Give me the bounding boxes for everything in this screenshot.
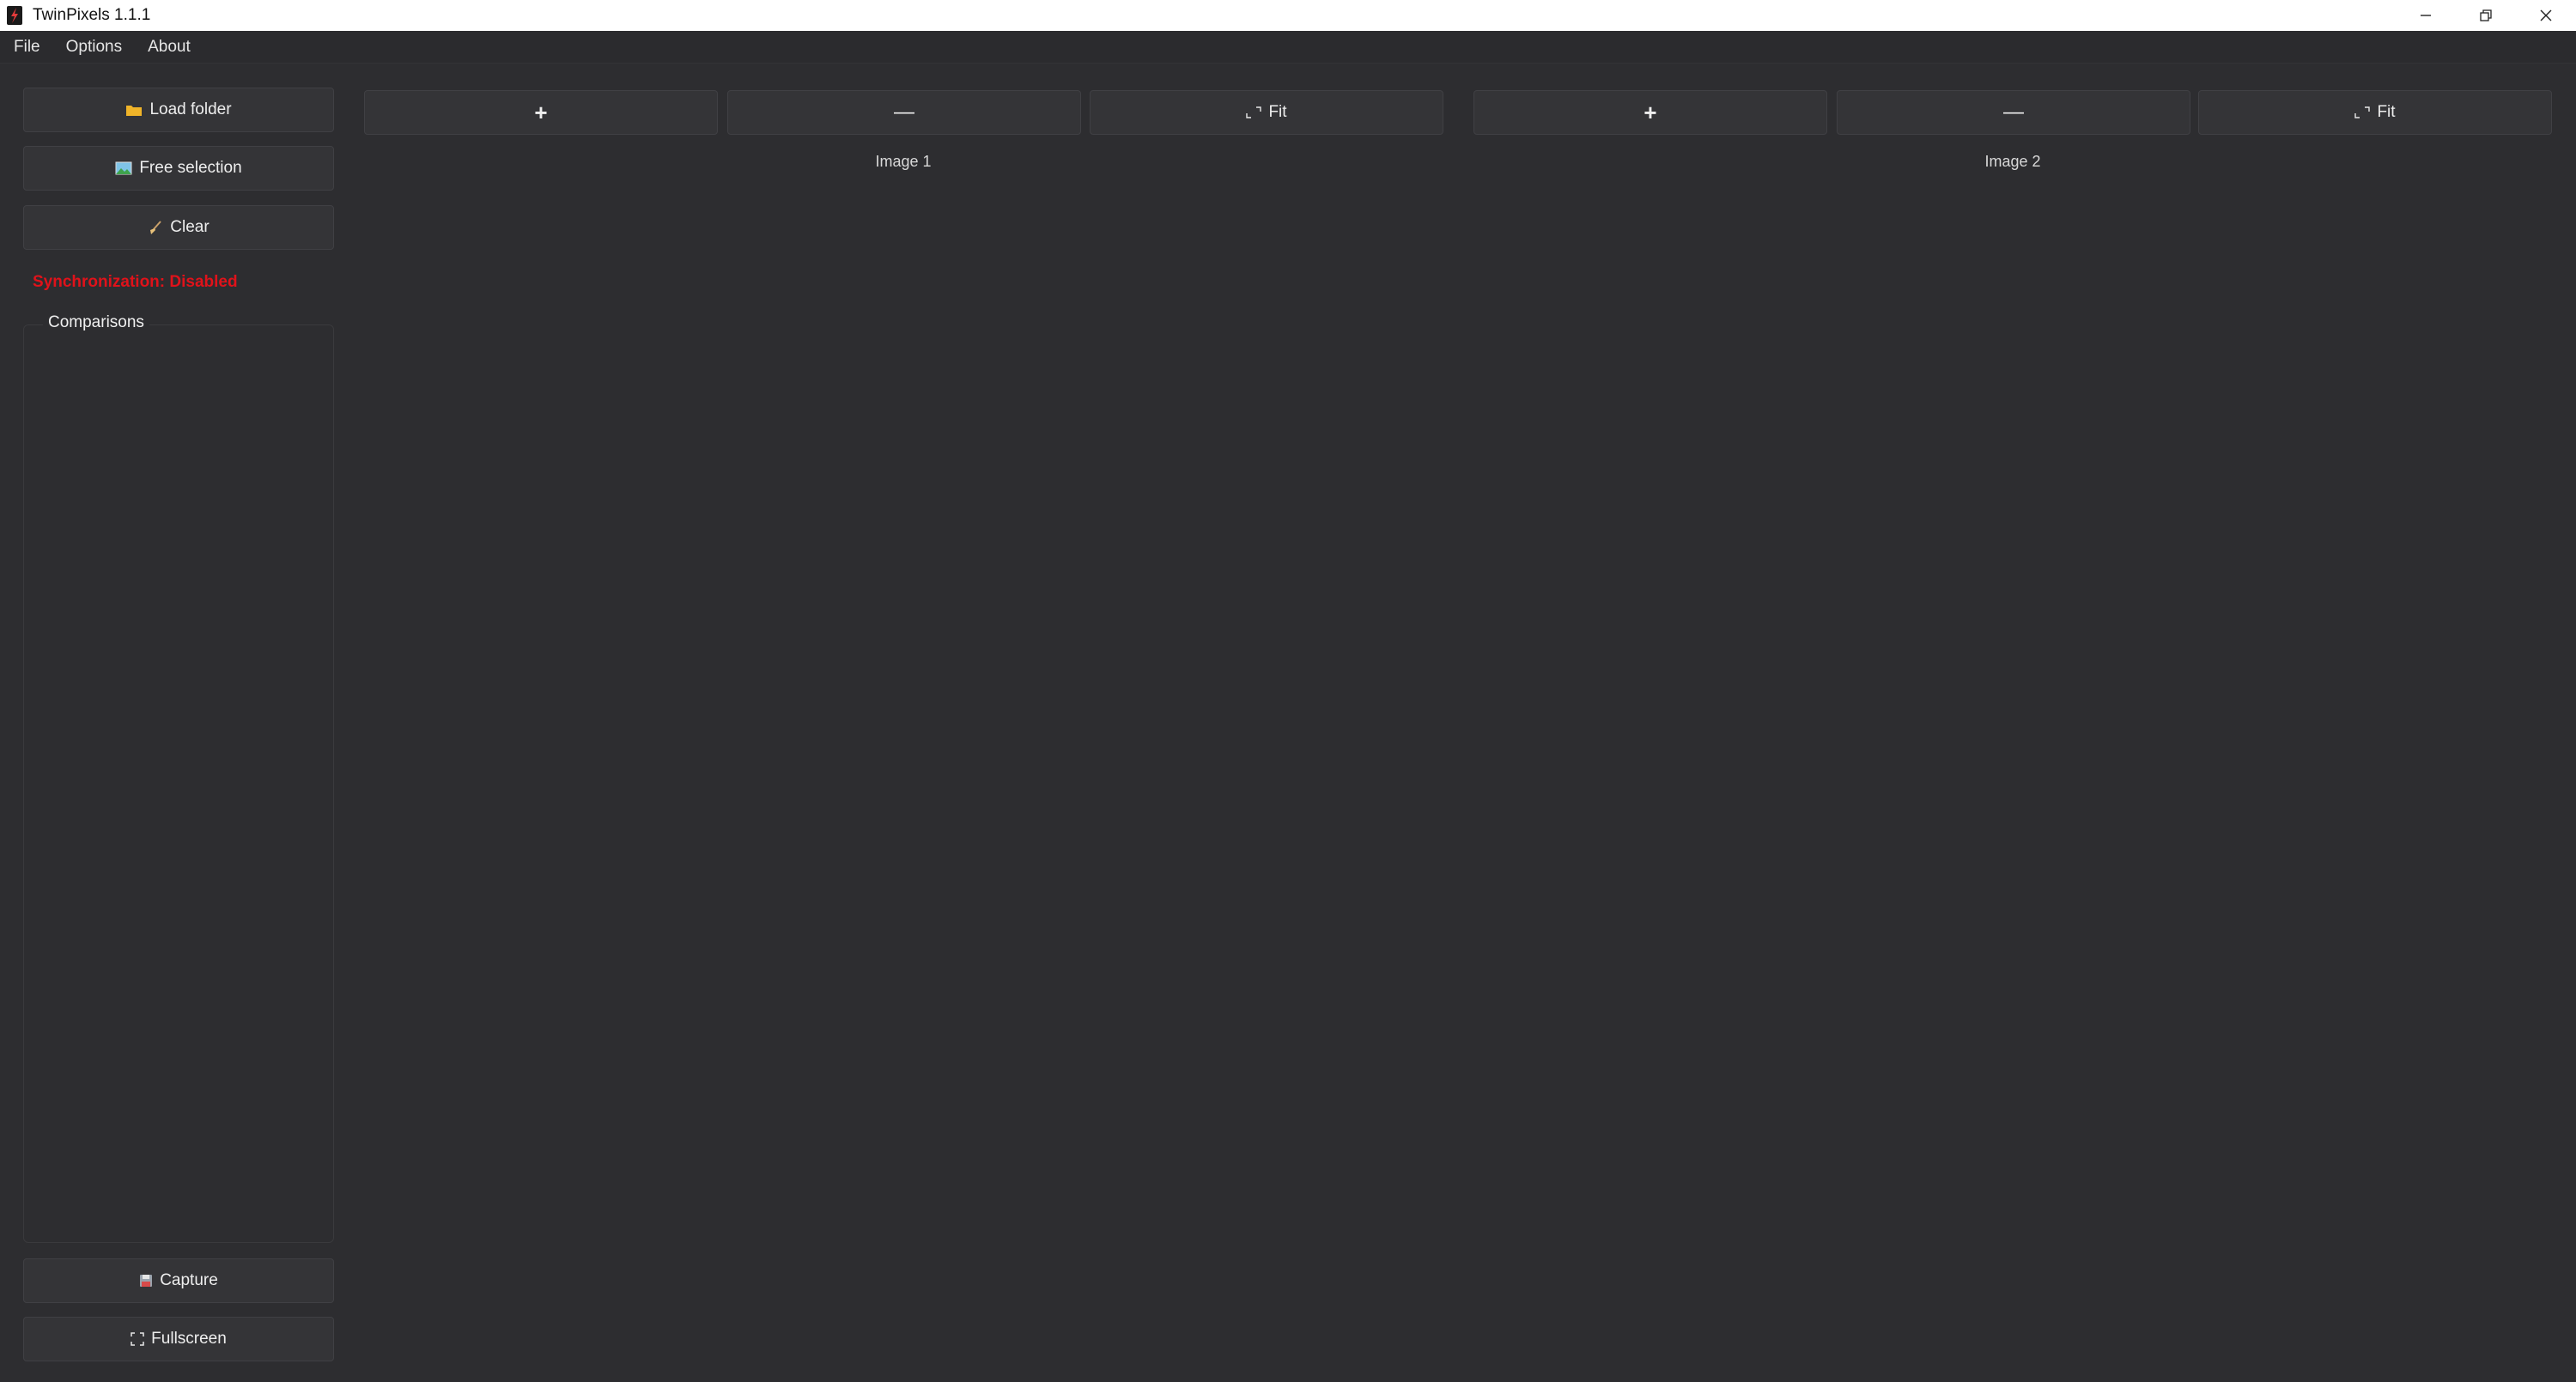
fullscreen-label: Fullscreen <box>151 1330 227 1348</box>
image1-fit-label: Fit <box>1268 103 1287 121</box>
image-icon <box>115 161 132 175</box>
title-bar: TwinPixels 1.1.1 <box>0 0 2576 31</box>
minimize-icon <box>2421 15 2431 16</box>
clear-button[interactable]: Clear <box>23 205 334 250</box>
load-folder-label: Load folder <box>149 100 232 118</box>
window-title: TwinPixels 1.1.1 <box>33 6 151 24</box>
menu-bar: File Options About <box>0 31 2576 64</box>
free-selection-button[interactable]: Free selection <box>23 146 334 191</box>
menu-file[interactable]: File <box>5 34 49 60</box>
restore-button[interactable] <box>2456 0 2516 31</box>
minimize-button[interactable] <box>2396 0 2456 31</box>
image1-label: Image 1 <box>875 153 932 170</box>
comparisons-group: Comparisons <box>23 313 334 1243</box>
load-folder-button[interactable]: Load folder <box>23 88 334 132</box>
image2-zoom-in-label: + <box>1643 99 1657 125</box>
fullscreen-icon <box>131 1332 144 1346</box>
image2-fit-button[interactable]: Fit <box>2198 90 2552 135</box>
fullscreen-button[interactable]: Fullscreen <box>23 1317 334 1361</box>
image1-zoom-in-label: + <box>534 99 548 125</box>
image1-zoom-out-label: — <box>894 100 914 124</box>
capture-button[interactable]: Capture <box>23 1258 334 1303</box>
clear-label: Clear <box>170 218 210 236</box>
sync-status: Synchronization: Disabled <box>33 273 238 291</box>
free-selection-label: Free selection <box>139 159 242 177</box>
floppy-disk-icon <box>139 1274 153 1288</box>
image2-zoom-in-button[interactable]: + <box>1473 90 1827 135</box>
fit-icon <box>2354 106 2371 118</box>
image1-viewport[interactable] <box>364 180 1443 1365</box>
folder-icon <box>125 103 143 117</box>
image1-fit-button[interactable]: Fit <box>1090 90 1443 135</box>
image2-label: Image 2 <box>1984 153 2041 170</box>
broom-icon <box>148 220 163 235</box>
image1-zoom-out-button[interactable]: — <box>727 90 1081 135</box>
close-icon <box>2540 9 2552 21</box>
image1-zoom-in-button[interactable]: + <box>364 90 718 135</box>
capture-label: Capture <box>160 1271 218 1289</box>
image2-fit-label: Fit <box>2377 103 2396 121</box>
menu-about[interactable]: About <box>139 34 199 60</box>
image2-zoom-out-button[interactable]: — <box>1837 90 2190 135</box>
restore-icon <box>2480 9 2492 21</box>
close-button[interactable] <box>2516 0 2576 31</box>
fit-icon <box>1246 106 1262 118</box>
app-logo-icon <box>5 5 24 26</box>
menu-options[interactable]: Options <box>58 34 131 60</box>
image2-viewport[interactable] <box>1473 180 2552 1365</box>
image2-zoom-out-label: — <box>2003 100 2024 124</box>
comparisons-title: Comparisons <box>43 313 149 332</box>
